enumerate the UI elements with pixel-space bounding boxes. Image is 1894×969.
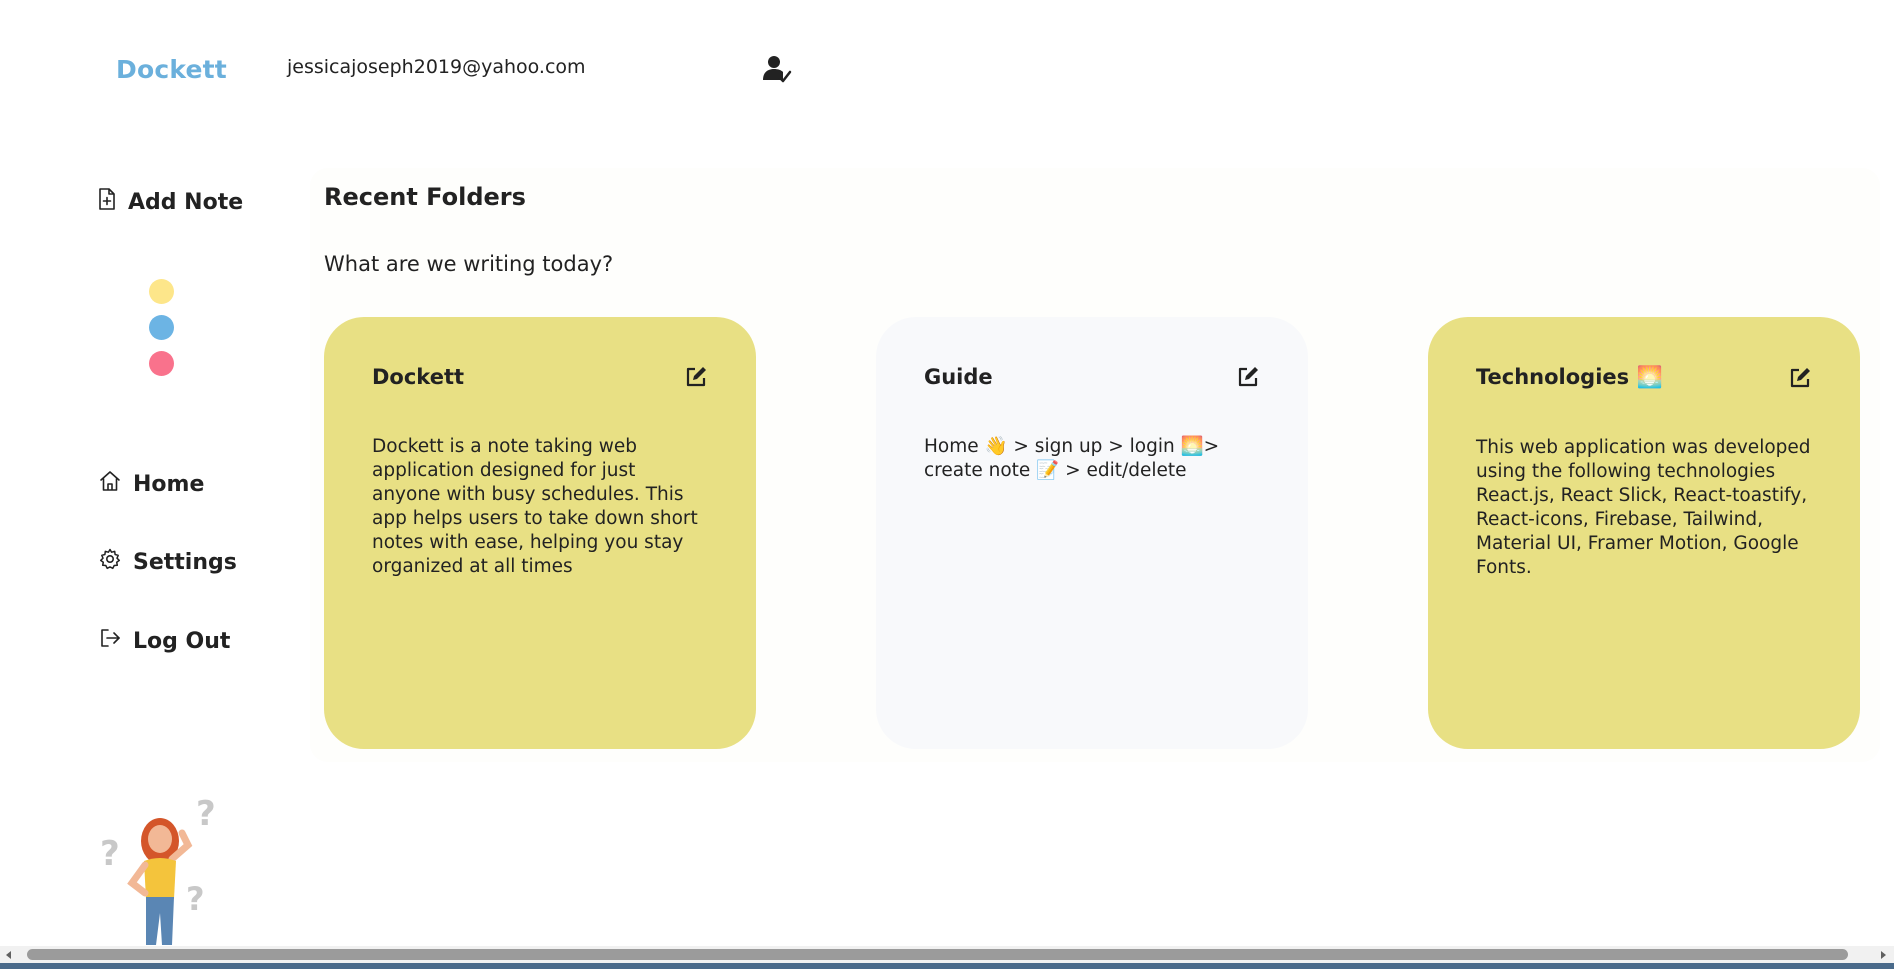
note-card-guide[interactable]: Guide Home 👋 > sign up > login 🌅> create… (876, 317, 1308, 749)
scroll-right-icon[interactable] (1878, 950, 1888, 960)
sidebar-item-label: Log Out (133, 628, 231, 654)
scrollbar-thumb[interactable] (27, 949, 1848, 960)
sidebar-item-home[interactable]: Home (99, 470, 204, 498)
sidebar-item-settings[interactable]: Settings (99, 548, 237, 576)
color-dot-blue[interactable] (149, 315, 174, 340)
add-note-label: Add Note (128, 189, 244, 215)
svg-text:?: ? (100, 834, 120, 874)
sidebar-item-label: Settings (133, 549, 237, 575)
edit-icon[interactable] (1236, 365, 1260, 389)
home-icon (99, 470, 121, 498)
user-check-icon[interactable] (762, 54, 792, 84)
logout-icon (99, 627, 121, 655)
svg-text:?: ? (196, 795, 216, 834)
svg-text:?: ? (186, 880, 205, 918)
sidebar-item-label: Home (133, 471, 205, 497)
add-note-button[interactable]: Add Note (98, 188, 243, 216)
file-plus-icon (98, 188, 116, 216)
app-logo[interactable]: Dockett (116, 55, 227, 84)
note-card-dockett[interactable]: Dockett Dockett is a note taking web app… (324, 317, 756, 749)
card-title: Guide (924, 365, 993, 389)
note-card-technologies[interactable]: Technologies 🌅 This web application was … (1428, 317, 1860, 749)
card-title: Dockett (372, 365, 465, 389)
user-email: jessicajoseph2019@yahoo.com (287, 56, 586, 78)
card-body: This web application was developed using… (1476, 437, 1811, 578)
card-body: Home 👋 > sign up > login 🌅> create note … (924, 436, 1220, 481)
edit-icon[interactable] (684, 365, 708, 389)
taskbar-strip (0, 963, 1894, 969)
edit-icon[interactable] (1788, 366, 1812, 390)
card-body: Dockett is a note taking web application… (372, 436, 698, 577)
color-dot-yellow[interactable] (149, 279, 174, 304)
horizontal-scrollbar[interactable] (0, 946, 1894, 963)
sidebar-item-logout[interactable]: Log Out (99, 627, 230, 655)
color-dot-pink[interactable] (149, 351, 174, 376)
card-title: Technologies 🌅 (1476, 365, 1663, 389)
scroll-left-icon[interactable] (4, 950, 14, 960)
gear-icon (99, 548, 121, 576)
section-title: Recent Folders (324, 183, 526, 211)
thinking-person-illustration: ? ? ? (98, 794, 228, 945)
section-subtitle: What are we writing today? (324, 252, 614, 276)
